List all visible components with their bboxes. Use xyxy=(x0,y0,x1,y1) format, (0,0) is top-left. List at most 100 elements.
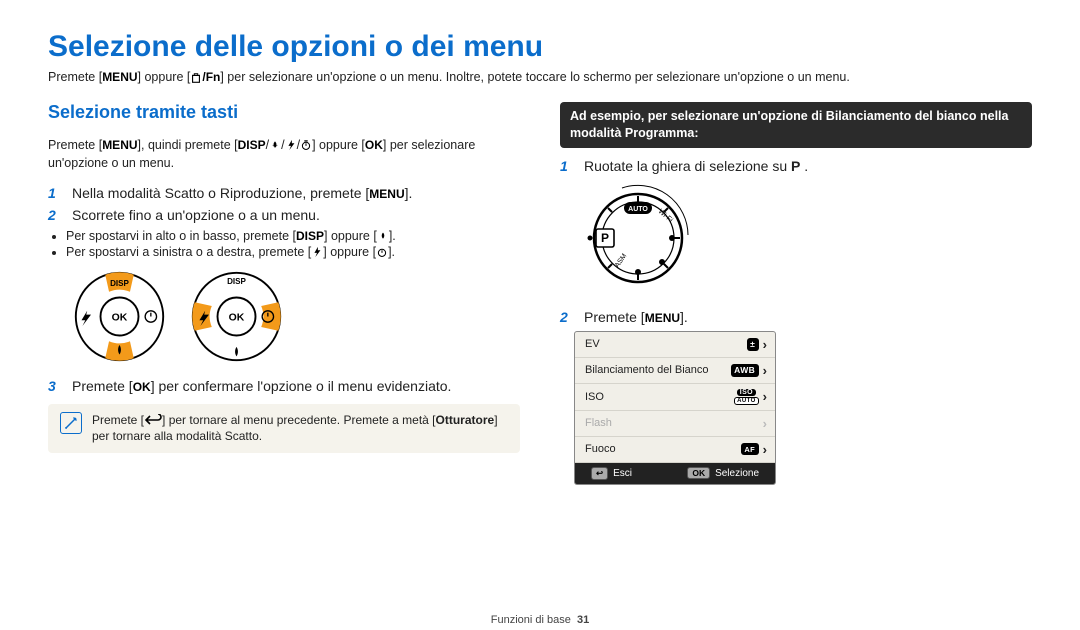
note-icon xyxy=(60,412,82,434)
ev-badge-icon: ± xyxy=(747,338,759,351)
b2a: Per spostarvi a sinistra o a destra, pre… xyxy=(66,245,311,259)
menu-label: Flash xyxy=(585,417,612,429)
note-text: Premete [ ] per tornare al menu precedent… xyxy=(92,412,508,446)
svg-text:AUTO: AUTO xyxy=(628,206,648,213)
nb: ] per tornare al menu precedente. Premet… xyxy=(162,413,435,427)
ok-label: OK xyxy=(112,312,128,323)
menu-label: ISO xyxy=(585,391,604,403)
bullet-1: Per spostarvi in alto o in basso, premet… xyxy=(66,229,520,243)
step-number: 2 xyxy=(48,207,62,223)
page-footer: Funzioni di base 31 xyxy=(0,614,1080,626)
b1b: ] oppure [ xyxy=(324,229,377,243)
trash-icon xyxy=(190,72,202,84)
step-number: 1 xyxy=(48,185,62,201)
menu-row-wb: Bilanciamento del Bianco AWB › xyxy=(575,358,775,384)
chevron-right-icon: › xyxy=(763,442,767,457)
chevron-right-icon: › xyxy=(763,389,767,404)
disp-label: DISP xyxy=(110,279,129,288)
menu-token: MENU xyxy=(102,137,137,154)
left-subtitle: Selezione tramite tasti xyxy=(48,102,520,123)
intro-text-c: ] per selezionare un'opzione o un menu. … xyxy=(220,70,849,84)
left-step-2: 2 Scorrete fino a un'opzione o a un menu… xyxy=(48,207,520,223)
macro-icon xyxy=(377,230,389,242)
left-step-1: 1 Nella modalità Scatto o Riproduzione, … xyxy=(48,185,520,201)
b2b: ] oppure [ xyxy=(323,245,376,259)
menu-token: MENU xyxy=(369,187,404,201)
menu-token: MENU xyxy=(645,311,680,325)
camera-menu-screenshot: EV ± › Bilanciamento del Bianco AWB › IS… xyxy=(574,331,776,485)
step-number: 2 xyxy=(560,309,574,325)
dial-horizontal: OK DISP xyxy=(189,269,284,364)
chevron-right-icon: › xyxy=(763,363,767,378)
left-step-3: 3 Premete [OK] per confermare l'opzione … xyxy=(48,378,520,394)
menu-row-ev: EV ± › xyxy=(575,332,775,358)
chevron-right-icon: › xyxy=(763,337,767,352)
left-lead-c: ] oppure [ xyxy=(312,138,365,152)
chevron-right-icon: › xyxy=(763,416,767,431)
step1-text-a: Nella modalità Scatto o Riproduzione, pr… xyxy=(72,185,369,201)
timer-icon xyxy=(300,139,312,151)
menu-label: Fuoco xyxy=(585,443,616,455)
timer-icon xyxy=(376,246,388,258)
right-step-1: 1 Ruotate la ghiera di selezione su P . xyxy=(560,158,1032,174)
intro-text-b: ] oppure [ xyxy=(138,70,191,84)
back-keycap-icon: ↩ xyxy=(591,467,608,480)
right-column: Ad esempio, per selezionare un'opzione d… xyxy=(560,102,1032,485)
page-title: Selezione delle opzioni o dei menu xyxy=(48,30,1032,64)
step1-text-b: ]. xyxy=(405,185,413,201)
left-column: Selezione tramite tasti Premete [MENU], … xyxy=(48,102,520,485)
footer-page-number: 31 xyxy=(577,614,589,626)
svg-text:P: P xyxy=(601,231,609,245)
mode-dial: AUTO Wi-Fi ASM P xyxy=(576,180,1032,295)
disp-token: DISP xyxy=(296,229,324,243)
svg-text:DISP: DISP xyxy=(227,277,246,286)
dial-illustrations: OK DISP xyxy=(72,269,520,364)
footer-select: OK Selezione xyxy=(687,467,759,480)
menu-label: EV xyxy=(585,338,600,350)
flash-icon xyxy=(311,246,323,258)
left-lead-a: Premete [ xyxy=(48,138,102,152)
dial-vertical: OK DISP xyxy=(72,269,167,364)
rs2b: ]. xyxy=(680,309,688,325)
footer-escape: ↩ Esci xyxy=(591,467,632,480)
b2c: ]. xyxy=(388,245,395,259)
right-step-2: 2 Premete [MENU]. xyxy=(560,309,1032,325)
menu-footer: ↩ Esci OK Selezione xyxy=(575,463,775,484)
s3b: ] per confermare l'opzione o il menu evi… xyxy=(151,378,452,394)
rs2a: Premete [ xyxy=(584,309,645,325)
back-icon xyxy=(144,414,162,426)
nbold: Otturatore xyxy=(436,413,495,427)
menu-row-iso: ISO ISO AUTO › xyxy=(575,384,775,411)
na: Premete [ xyxy=(92,413,144,427)
footer-section: Funzioni di base xyxy=(491,614,571,626)
step-number: 1 xyxy=(560,158,574,174)
page-intro: Premete [MENU] oppure [ /Fn] per selezion… xyxy=(48,70,1032,84)
fn-token: /Fn xyxy=(202,70,220,84)
s3a: Premete [ xyxy=(72,378,133,394)
svg-text:OK: OK xyxy=(229,312,245,323)
rs1a: Ruotate la ghiera di selezione su xyxy=(584,158,791,174)
mode-p: P xyxy=(791,158,800,174)
ok-keycap-icon: OK xyxy=(687,467,710,479)
note-box: Premete [ ] per tornare al menu precedent… xyxy=(48,404,520,454)
left-lead-b: ], quindi premete [ xyxy=(138,138,238,152)
disp-token: DISP xyxy=(238,137,266,154)
intro-text-a: Premete [ xyxy=(48,70,102,84)
b1a: Per spostarvi in alto o in basso, premet… xyxy=(66,229,296,243)
ok-token: OK xyxy=(365,137,383,154)
ok-token: OK xyxy=(133,380,151,394)
bullet-2: Per spostarvi a sinistra o a destra, pre… xyxy=(66,245,520,259)
menu-token: MENU xyxy=(102,70,137,84)
step-number: 3 xyxy=(48,378,62,394)
menu-row-flash: Flash › xyxy=(575,411,775,437)
example-callout: Ad esempio, per selezionare un'opzione d… xyxy=(560,102,1032,148)
menu-row-focus: Fuoco AF › xyxy=(575,437,775,463)
footer-esc-label: Esci xyxy=(613,468,632,479)
awb-badge-icon: AWB xyxy=(731,364,759,377)
left-lead: Premete [MENU], quindi premete [DISP///]… xyxy=(48,136,520,173)
iso-badge-icon: ISO xyxy=(737,389,756,396)
b1c: ]. xyxy=(389,229,396,243)
flash-icon xyxy=(285,139,297,151)
menu-label: Bilanciamento del Bianco xyxy=(585,364,709,376)
footer-sel-label: Selezione xyxy=(715,468,759,479)
